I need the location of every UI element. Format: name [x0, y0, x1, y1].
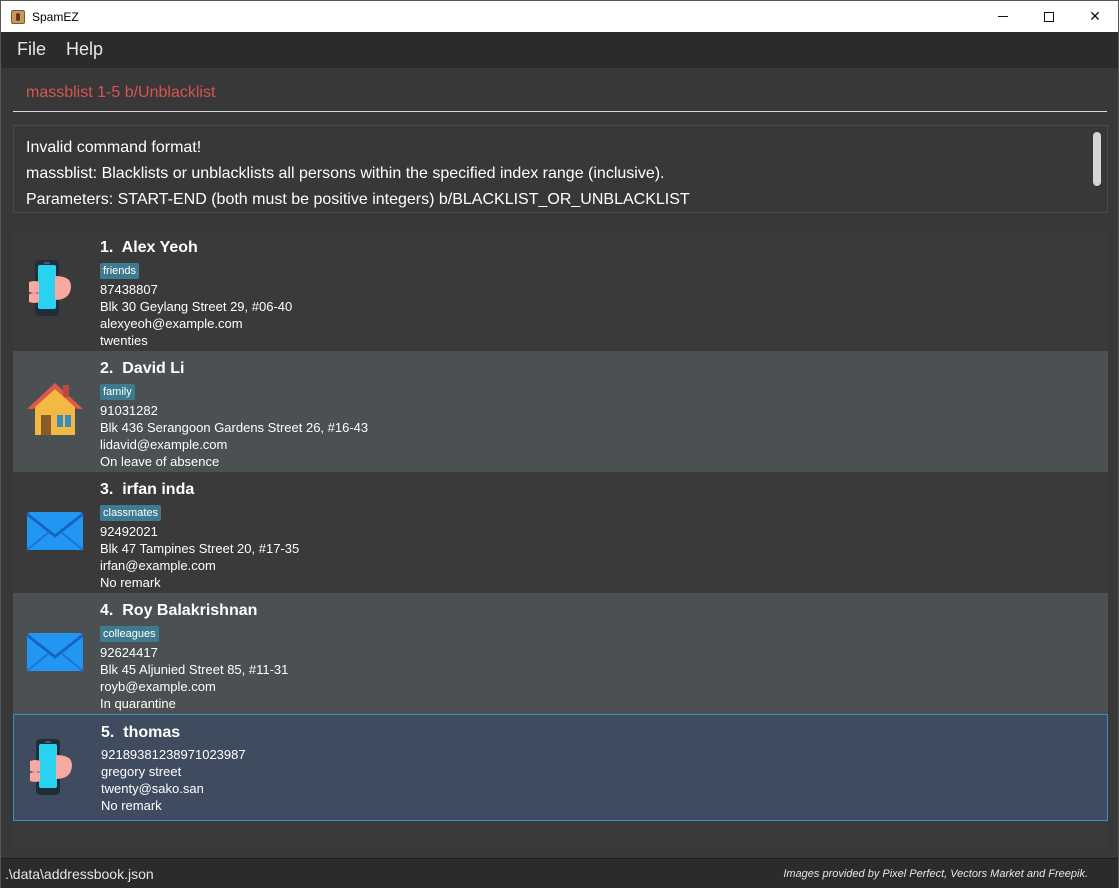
result-display: Invalid command format! massblist: Black… [13, 125, 1108, 213]
image-credits: Images provided by Pixel Perfect, Vector… [783, 868, 1088, 880]
person-email: irfan@example.com [100, 558, 216, 573]
person-details: 1. Alex Yeoh friends 87438807 Blk 30 Gey… [100, 238, 292, 349]
person-card[interactable]: 3. irfan inda classmates 92492021 Blk 47… [13, 472, 1108, 593]
person-remark: twenties [100, 333, 148, 348]
person-email: twenty@sako.san [101, 781, 204, 796]
phone-icon [29, 260, 71, 316]
person-address: Blk 45 Aljunied Street 85, #11-31 [100, 662, 289, 677]
person-details: 5. thomas 92189381238971023987 gregory s… [101, 723, 246, 814]
person-phone: 92492021 [100, 524, 158, 539]
person-details: 4. Roy Balakrishnan colleagues 92624417 … [100, 601, 288, 712]
window-title: SpamEZ [32, 9, 79, 24]
command-input[interactable]: massblist 1-5 b/Unblacklist [13, 80, 1107, 112]
person-phone: 91031282 [100, 403, 158, 418]
maximize-icon [1044, 11, 1054, 22]
person-index: 5. [101, 724, 115, 741]
person-name-line: 4. Roy Balakrishnan [100, 601, 288, 621]
app-logo-icon [11, 9, 25, 24]
person-email: royb@example.com [100, 679, 216, 694]
person-phone: 92624417 [100, 645, 158, 660]
person-name: thomas [123, 724, 181, 741]
person-name: David Li [122, 360, 185, 377]
result-line-error: Invalid command format! [26, 139, 202, 156]
person-remark: No remark [101, 798, 162, 813]
person-address: Blk 30 Geylang Street 29, #06-40 [100, 299, 293, 314]
person-index: 4. [100, 602, 114, 619]
status-bar: .\data\addressbook.json Images provided … [1, 858, 1118, 888]
person-details: 2. David Li family 91031282 Blk 436 Sera… [100, 359, 368, 470]
person-address: Blk 436 Serangoon Gardens Street 26, #16… [100, 420, 369, 435]
person-name-line: 1. Alex Yeoh [100, 238, 292, 258]
person-details: 3. irfan inda classmates 92492021 Blk 47… [100, 480, 299, 591]
command-box: massblist 1-5 b/Unblacklist [1, 67, 1118, 117]
person-name: irfan inda [122, 481, 195, 498]
close-icon: ✕ [1089, 8, 1101, 24]
person-address: gregory street [101, 764, 182, 779]
maximize-button[interactable] [1026, 1, 1072, 32]
menu-file[interactable]: File [17, 39, 46, 60]
minimize-button[interactable] [980, 1, 1026, 32]
title-bar: SpamEZ ✕ [1, 1, 1118, 32]
save-file-path: .\data\addressbook.json [5, 866, 154, 882]
envelope-icon [26, 512, 84, 551]
phone-icon [30, 739, 72, 795]
person-name-line: 5. thomas [101, 723, 246, 743]
person-phone: 87438807 [100, 282, 158, 297]
result-line-parameters: Parameters: START-END (both must be posi… [26, 191, 690, 208]
envelope-icon [26, 633, 84, 672]
person-name-line: 2. David Li [100, 359, 368, 379]
person-name-line: 3. irfan inda [100, 480, 299, 500]
person-card[interactable]: 1. Alex Yeoh friends 87438807 Blk 30 Gey… [13, 230, 1108, 351]
result-scrollbar[interactable] [1093, 132, 1101, 186]
house-icon [27, 383, 83, 435]
person-index: 1. [100, 239, 114, 256]
person-index: 3. [100, 481, 114, 498]
tag-badge: friends [100, 263, 140, 279]
person-card[interactable]: 4. Roy Balakrishnan colleagues 92624417 … [13, 593, 1108, 714]
person-email: lidavid@example.com [100, 437, 228, 452]
tag-badge: classmates [100, 505, 162, 521]
person-card-selected[interactable]: 5. thomas 92189381238971023987 gregory s… [13, 714, 1108, 821]
person-name: Roy Balakrishnan [122, 602, 258, 619]
person-phone: 92189381238971023987 [101, 747, 246, 762]
person-address: Blk 47 Tampines Street 20, #17-35 [100, 541, 300, 556]
person-email: alexyeoh@example.com [100, 316, 243, 331]
app-window: SpamEZ ✕ File Help massblist 1-5 b/Unbla… [0, 0, 1119, 888]
menu-help[interactable]: Help [66, 39, 103, 60]
person-remark: In quarantine [100, 696, 176, 711]
person-index: 2. [100, 360, 114, 377]
minimize-icon [998, 16, 1008, 17]
window-controls: ✕ [980, 1, 1118, 32]
person-remark: No remark [100, 575, 161, 590]
tag-badge: colleagues [100, 626, 159, 642]
result-line-usage: massblist: Blacklists or unblacklists al… [26, 165, 665, 182]
close-button[interactable]: ✕ [1072, 1, 1118, 32]
person-name: Alex Yeoh [121, 239, 198, 256]
person-list: 1. Alex Yeoh friends 87438807 Blk 30 Gey… [13, 230, 1108, 849]
person-card[interactable]: 2. David Li family 91031282 Blk 436 Sera… [13, 351, 1108, 472]
tag-badge: family [100, 384, 135, 400]
person-remark: On leave of absence [100, 454, 220, 469]
menu-bar: File Help [1, 32, 1118, 67]
